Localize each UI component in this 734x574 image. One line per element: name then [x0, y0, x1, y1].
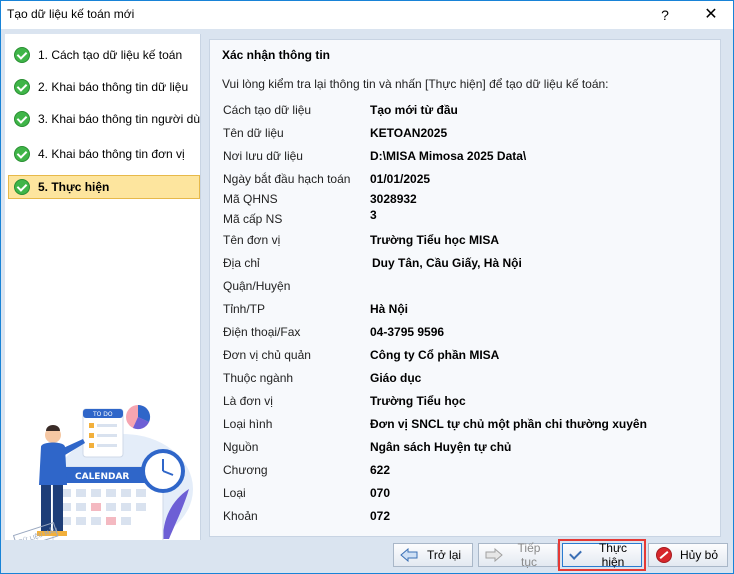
info-row: Là đơn vị Trường Tiểu học: [223, 394, 713, 412]
info-value: Duy Tân, Cầu Giấy, Hà Nội: [372, 256, 522, 270]
check-circle-icon: [14, 47, 30, 63]
step-label: 4. Khai báo thông tin đơn vị: [38, 147, 185, 161]
info-row: Tỉnh/TP Hà Nội: [223, 302, 713, 320]
info-value: 01/01/2025: [370, 172, 431, 186]
info-value: Trường Tiểu học MISA: [370, 233, 500, 247]
step-label: 5. Thực hiện: [38, 180, 110, 194]
check-icon: [569, 547, 587, 562]
step-5-active[interactable]: 5. Thực hiện: [8, 175, 200, 199]
confirmation-panel: Xác nhận thông tin Vui lòng kiểm tra lại…: [209, 39, 721, 537]
info-label: Cách tạo dữ liệu: [223, 103, 312, 117]
info-row: Mã QHNS 3028932: [223, 192, 713, 210]
info-row: Ngày bắt đầu hạch toán 01/01/2025: [223, 172, 713, 190]
info-value: Ngân sách Huyện tự chủ: [370, 440, 512, 454]
info-row: Mã cấp NS 3: [223, 208, 713, 230]
arrow-left-icon: [400, 548, 418, 562]
check-circle-icon: [14, 146, 30, 162]
info-value: Công ty Cổ phần MISA: [370, 348, 500, 362]
section-title: Xác nhận thông tin: [222, 48, 330, 62]
info-row: Chương 622: [223, 463, 713, 481]
cancel-button[interactable]: Hủy bỏ: [648, 543, 728, 567]
info-row: Điện thoại/Fax 04-3795 9596: [223, 325, 713, 343]
info-row: Tên đơn vị Trường Tiểu học MISA: [223, 233, 713, 251]
step-3[interactable]: 3. Khai báo thông tin người dùng: [9, 107, 201, 131]
help-button[interactable]: ?: [653, 3, 677, 27]
execute-button[interactable]: Thực hiện: [562, 541, 642, 569]
info-row: Nơi lưu dữ liệu D:\MISA Mimosa 2025 Data\: [223, 149, 713, 167]
info-value: 622: [370, 463, 391, 477]
info-label: Loại hình: [223, 417, 273, 431]
info-label: Mã cấp NS: [223, 212, 283, 226]
info-row: Tên dữ liệu KETOAN2025: [223, 126, 713, 144]
title-bar: Tạo dữ liệu kế toán mới ? ✕: [1, 1, 733, 29]
info-label: Loại: [223, 486, 246, 500]
info-label: Tên đơn vị: [223, 233, 281, 247]
steps-panel: 1. Cách tạo dữ liệu kế toán 2. Khai báo …: [5, 34, 201, 540]
info-value: Trường Tiểu học: [370, 394, 466, 408]
info-label: Nơi lưu dữ liệu: [223, 149, 303, 163]
info-value: 3028932: [370, 192, 417, 206]
check-circle-icon: [14, 79, 30, 95]
info-label: Thuộc ngành: [223, 371, 294, 385]
info-label: Ngày bắt đầu hạch toán: [223, 172, 351, 186]
info-value: 070: [370, 486, 391, 500]
cancel-icon: [655, 547, 673, 563]
info-value: Hà Nội: [370, 302, 409, 316]
step-2[interactable]: 2. Khai báo thông tin dữ liệu: [9, 75, 200, 99]
close-button[interactable]: ✕: [695, 3, 727, 27]
info-label: Tỉnh/TP: [223, 302, 266, 316]
next-button-label: Tiếp tục: [517, 541, 541, 569]
step-label: 3. Khai báo thông tin người dùng: [38, 112, 201, 126]
step-label: 1. Cách tạo dữ liệu kế toán: [38, 48, 183, 62]
check-circle-icon: [14, 179, 30, 195]
info-label: Tên dữ liệu: [223, 126, 284, 140]
info-row: Nguồn Ngân sách Huyện tự chủ: [223, 440, 713, 458]
cancel-button-label: Hủy bỏ: [679, 548, 719, 562]
step-label: 2. Khai báo thông tin dữ liệu: [38, 80, 189, 94]
info-row: Cách tạo dữ liệu Tạo mới từ đầu: [223, 103, 713, 121]
calendar-text: CALENDAR: [75, 472, 129, 482]
todo-text: TO DO: [92, 411, 113, 418]
step-4[interactable]: 4. Khai báo thông tin đơn vị: [9, 142, 200, 166]
next-button[interactable]: Tiếp tục: [478, 541, 558, 569]
info-value: 04-3795 9596: [370, 325, 445, 339]
info-value: 3: [370, 208, 377, 222]
dialog-client-area: 1. Cách tạo dữ liệu kế toán 2. Khai báo …: [1, 29, 733, 573]
info-label: Đơn vị chủ quản: [223, 348, 311, 362]
instruction-text: Vui lòng kiểm tra lại thông tin và nhấn …: [222, 77, 609, 91]
info-row: Quận/Huyện: [223, 279, 713, 297]
dialog-window: Tạo dữ liệu kế toán mới ? ✕ 1. Cách tạo …: [0, 0, 734, 574]
info-label: Khoản: [223, 509, 258, 523]
info-value: Đơn vị SNCL tự chủ một phần chi thường x…: [370, 417, 647, 431]
info-value: D:\MISA Mimosa 2025 Data\: [370, 149, 527, 163]
info-value: 072: [370, 509, 391, 523]
info-row: Đơn vị chủ quản Công ty Cổ phần MISA: [223, 348, 713, 366]
back-button[interactable]: Trở lại: [393, 543, 473, 567]
window-title: Tạo dữ liệu kế toán mới: [7, 7, 135, 21]
info-value: Tạo mới từ đầu: [370, 103, 458, 117]
info-row: Khoản 072: [223, 509, 713, 527]
back-button-label: Trở lại: [426, 548, 462, 562]
calendar-illustration: CALENDAR TO DO DỮ LIỆU MẪU: [13, 389, 199, 540]
info-label: Điện thoại/Fax: [223, 325, 301, 339]
info-label: Chương: [223, 463, 268, 477]
arrow-right-icon: [485, 548, 503, 562]
info-label: Mã QHNS: [223, 192, 278, 206]
execute-button-label: Thực hiện: [598, 541, 628, 569]
info-label: Nguồn: [223, 440, 259, 454]
info-label: Địa chỉ: [223, 256, 260, 270]
info-row: Thuộc ngành Giáo dục: [223, 371, 713, 389]
check-circle-icon: [14, 111, 30, 127]
info-row: Loại hình Đơn vị SNCL tự chủ một phần chi…: [223, 417, 713, 435]
step-1[interactable]: 1. Cách tạo dữ liệu kế toán: [9, 43, 200, 67]
info-value: KETOAN2025: [370, 126, 448, 140]
info-label: Quận/Huyện: [223, 279, 291, 293]
info-row: Loại 070: [223, 486, 713, 504]
info-row: Địa chỉ Duy Tân, Cầu Giấy, Hà Nội: [223, 256, 713, 274]
info-label: Là đơn vị: [223, 394, 273, 408]
info-value: Giáo dục: [370, 371, 422, 385]
